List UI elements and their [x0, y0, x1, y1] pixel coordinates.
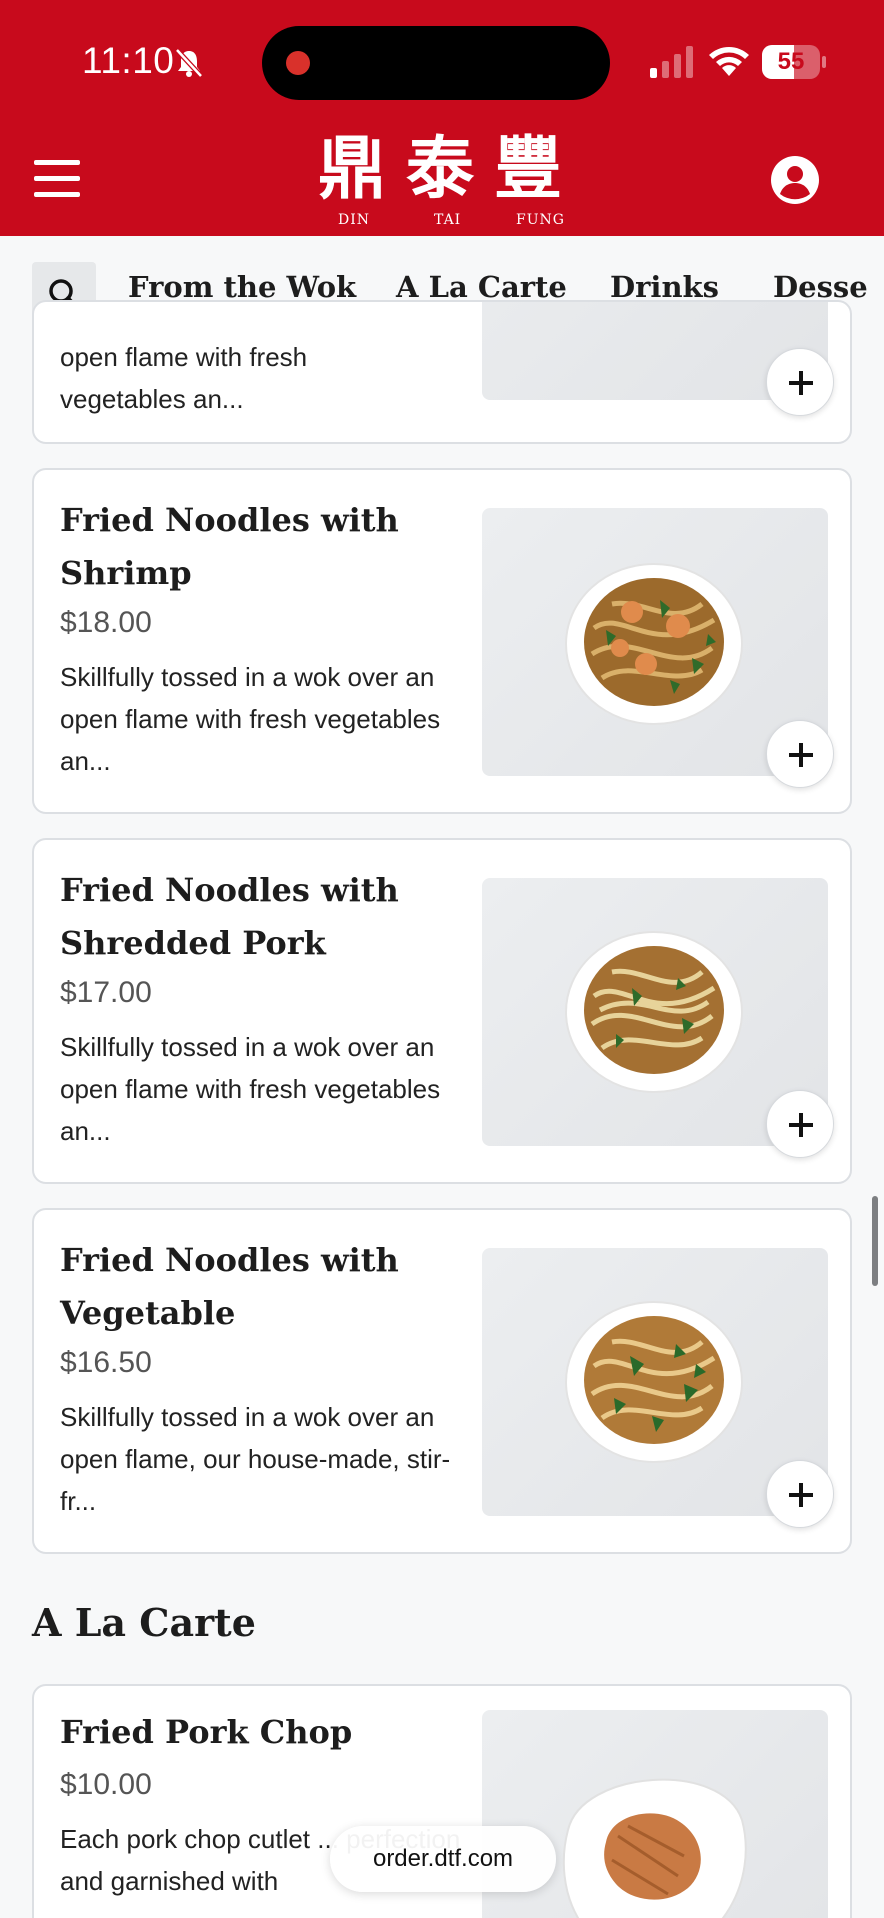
din-tai-fung-logo[interactable]: 鼎 泰 豐 DIN TAI FUNG	[316, 128, 568, 232]
battery-indicator: 55	[762, 45, 826, 79]
add-to-cart-button[interactable]	[766, 1090, 834, 1158]
add-to-cart-button[interactable]	[766, 720, 834, 788]
recording-indicator-icon	[286, 51, 310, 75]
item-price: $17.00	[60, 976, 152, 1009]
logo-latin-1: DIN	[338, 212, 371, 228]
status-time: 11:10	[82, 40, 175, 81]
tab-from-the-wok[interactable]: From the Wok	[128, 270, 356, 304]
item-description: Skillfully tossed in a wok over an open …	[60, 1032, 441, 1146]
account-icon[interactable]	[770, 155, 820, 205]
logo-glyph-2: 泰	[406, 129, 475, 209]
item-description: Skillfully tossed in a wok over an open …	[60, 1402, 451, 1516]
app-screen: 11:10 55 鼎 泰 豐 DIN TAI FUNG From the Wok…	[0, 0, 884, 1918]
hamburger-menu-icon[interactable]	[34, 160, 80, 198]
item-description: open flame with fresh vegetables an...	[60, 342, 308, 414]
logo-glyph-1: 鼎	[318, 129, 387, 209]
browser-url-bar[interactable]: order.dtf.com	[330, 1826, 556, 1892]
logo-latin-3: FUNG	[516, 212, 565, 228]
tab-desserts[interactable]: Desse	[773, 270, 868, 304]
item-title: Fried Noodles with Shrimp	[60, 501, 399, 592]
menu-item-card[interactable]: Fried Noodles with Shredded Pork $17.00 …	[32, 838, 852, 1184]
logo-glyph-3: 豐	[494, 129, 563, 209]
cellular-signal-icon	[650, 46, 693, 78]
scrollbar-thumb[interactable]	[872, 1196, 878, 1286]
muted-bell-icon	[175, 48, 203, 78]
item-title: Fried Noodles with Shredded Pork	[60, 871, 399, 962]
add-to-cart-button[interactable]	[766, 1460, 834, 1528]
menu-item-card-partial[interactable]: open flame with fresh vegetables an...	[32, 300, 852, 444]
item-description: Skillfully tossed in a wok over an open …	[60, 662, 441, 776]
battery-cap	[822, 56, 826, 68]
section-heading-a-la-carte: A La Carte	[32, 1600, 256, 1645]
menu-item-card[interactable]: Fried Noodles with Vegetable $16.50 Skil…	[32, 1208, 852, 1554]
wifi-icon	[709, 47, 749, 76]
logo-latin-2: TAI	[434, 212, 462, 228]
item-title: Fried Pork Chop	[60, 1713, 353, 1751]
add-to-cart-button[interactable]	[766, 348, 834, 416]
battery-body: 55	[762, 45, 820, 79]
battery-percent: 55	[777, 48, 805, 75]
url-text: order.dtf.com	[372, 1845, 514, 1872]
item-title: Fried Noodles with Vegetable	[60, 1241, 399, 1332]
item-price: $10.00	[60, 1768, 152, 1801]
dynamic-island	[262, 26, 610, 100]
menu-item-card[interactable]: Fried Noodles with Shrimp $18.00 Skillfu…	[32, 468, 852, 814]
tab-a-la-carte[interactable]: A La Carte	[396, 270, 567, 304]
app-header: 11:10 55 鼎 泰 豐 DIN TAI FUNG	[0, 0, 884, 236]
tab-drinks[interactable]: Drinks	[610, 270, 719, 304]
item-price: $18.00	[60, 606, 152, 639]
item-price: $16.50	[60, 1346, 152, 1379]
